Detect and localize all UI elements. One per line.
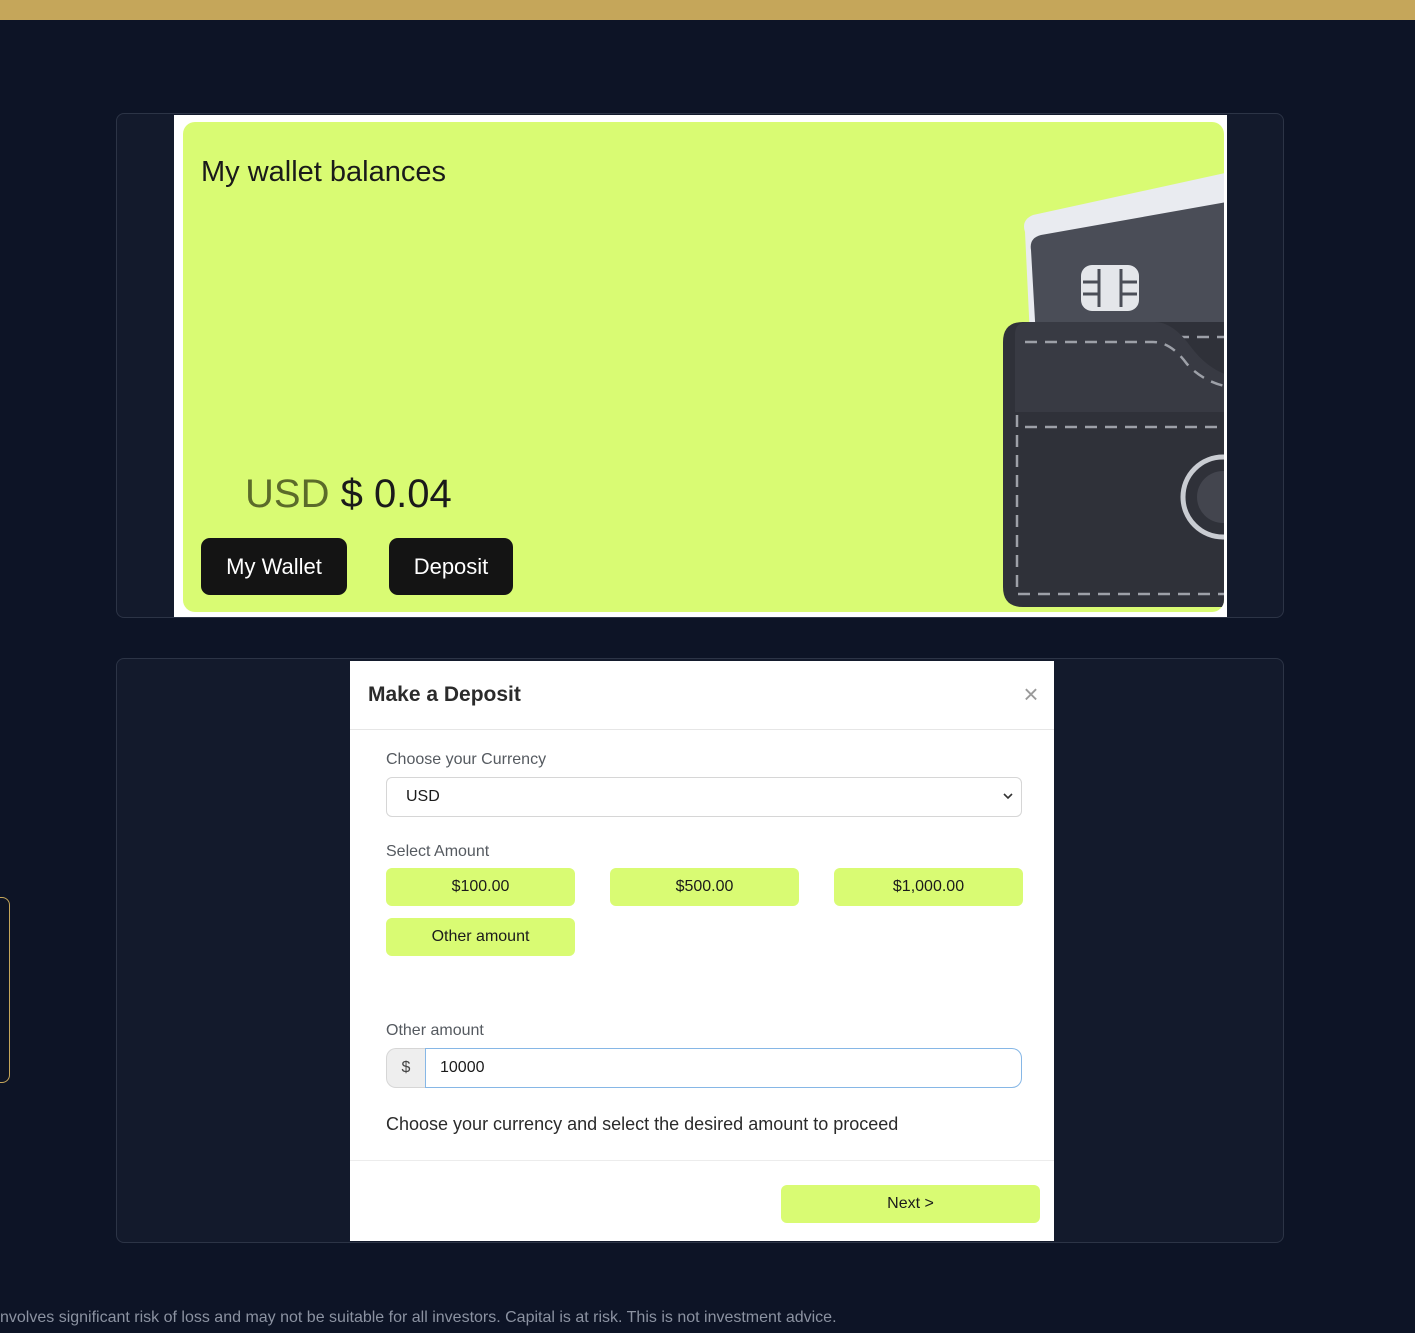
helper-text: Choose your currency and select the desi… <box>386 1114 899 1134</box>
deposit-button[interactable]: Deposit <box>389 538 513 595</box>
wallet-title: My wallet balances <box>201 156 446 188</box>
amount-label: Select Amount <box>386 843 490 860</box>
wallet-illustration-icon <box>1003 173 1224 607</box>
amount-option-1000[interactable]: $1,000.00 <box>834 868 1023 906</box>
other-amount-label: Other amount <box>386 1022 484 1039</box>
balance-currency: USD <box>245 472 330 516</box>
deposit-panel: Make a Deposit × Choose your Currency US… <box>116 658 1284 1243</box>
amount-option-100[interactable]: $100.00 <box>386 868 575 906</box>
currency-label: Choose your Currency <box>386 751 547 768</box>
wallet-balance: USD $ 0.04 <box>245 472 452 517</box>
other-amount-input[interactable] <box>425 1048 1022 1088</box>
close-icon[interactable]: × <box>1018 681 1044 707</box>
next-button[interactable]: Next > <box>781 1185 1040 1223</box>
modal-footer-divider <box>350 1160 1054 1161</box>
wallet-balance-card: My wallet balances USD $ 0.04 My Wallet … <box>183 122 1224 612</box>
modal-header: Make a Deposit × <box>350 661 1054 730</box>
balance-amount: $ 0.04 <box>340 472 452 516</box>
amount-option-500[interactable]: $500.00 <box>610 868 799 906</box>
my-wallet-button[interactable]: My Wallet <box>201 538 347 595</box>
deposit-modal: Make a Deposit × Choose your Currency US… <box>350 661 1054 1241</box>
other-amount-group: $ <box>386 1048 1022 1088</box>
top-accent-bar <box>0 0 1415 20</box>
modal-title: Make a Deposit <box>368 683 521 706</box>
side-outline-element <box>0 897 10 1083</box>
chevron-down-icon <box>1003 793 1013 800</box>
risk-disclaimer: nvolves significant risk of loss and may… <box>0 1309 837 1326</box>
other-amount-button[interactable]: Other amount <box>386 918 575 956</box>
currency-prefix: $ <box>386 1048 425 1088</box>
wallet-panel: My wallet balances USD $ 0.04 My Wallet … <box>116 113 1284 618</box>
currency-select[interactable]: USD <box>386 777 1022 817</box>
wallet-frame: My wallet balances USD $ 0.04 My Wallet … <box>174 115 1227 617</box>
currency-select-value: USD <box>406 788 440 805</box>
